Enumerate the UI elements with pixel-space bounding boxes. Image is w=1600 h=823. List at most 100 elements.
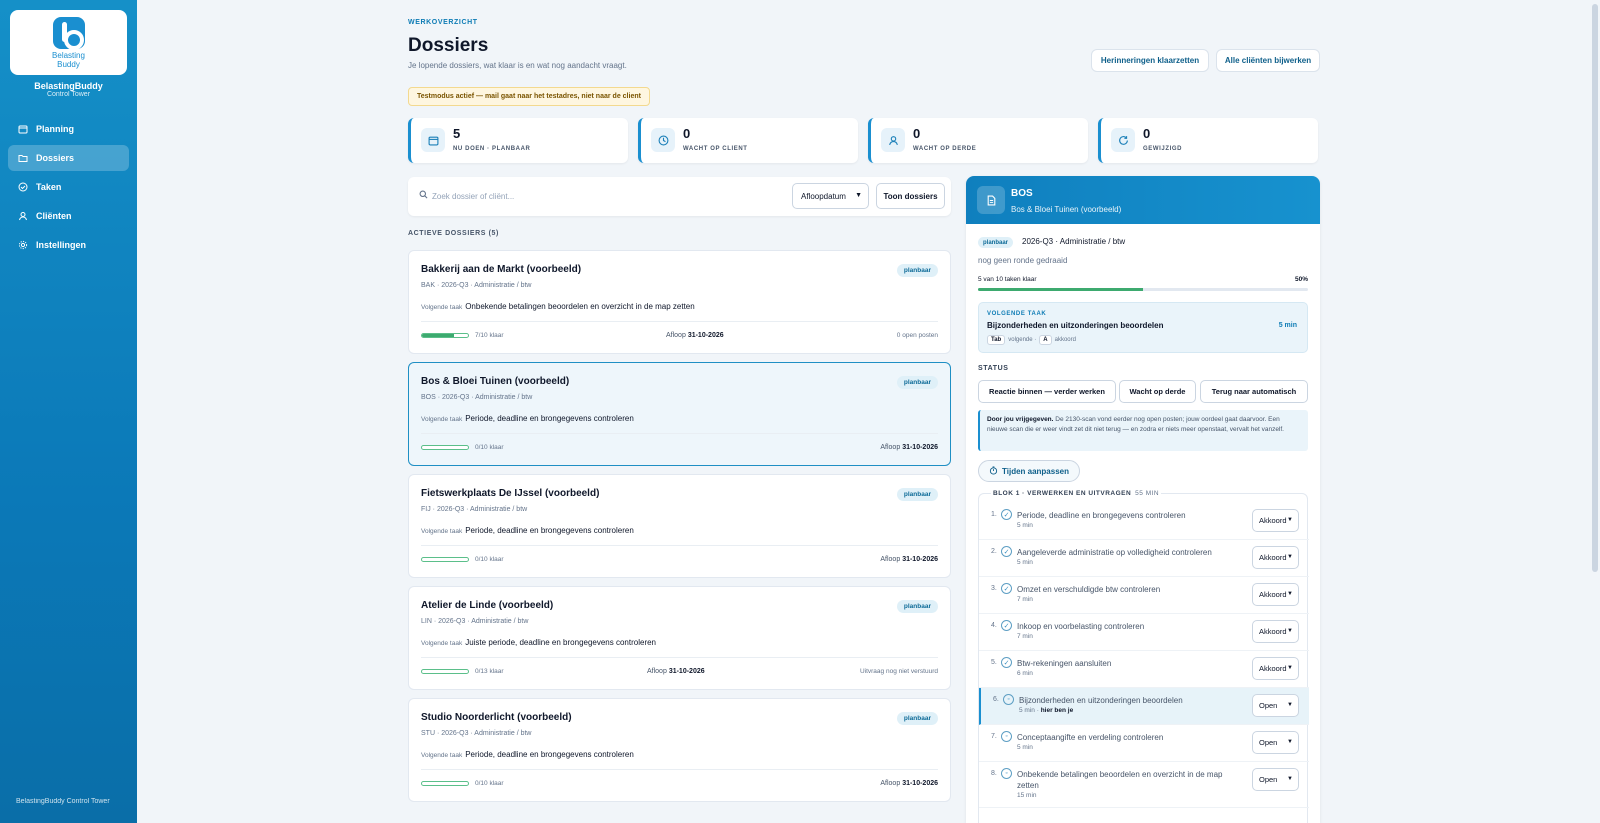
release-note-title: Door jou vrijgegeven.: [987, 416, 1054, 423]
task-row[interactable]: 4. ✓ Inkoop en voorbelasting controleren…: [979, 614, 1309, 651]
due-label: Afloop: [880, 780, 901, 787]
check-circle-icon[interactable]: ✓: [1001, 509, 1012, 520]
nav-item-clienten[interactable]: Cliënten: [8, 203, 129, 229]
dossier-title: Bakkerij aan de Markt (voorbeeld): [421, 264, 582, 275]
task-name: Bijzonderheden en uitzonderingen beoorde…: [1019, 696, 1183, 705]
task-status-select[interactable]: Akkoord ▼: [1252, 620, 1299, 643]
task-name: Aangeleverde administratie op volledighe…: [1017, 548, 1212, 557]
dossier-meta: LIN · 2026-Q3 · Administratie / btw: [421, 618, 529, 625]
progress-bar: [421, 445, 469, 450]
back-to-automatic-button[interactable]: Terug naar automatisch: [1200, 380, 1308, 403]
task-status-select[interactable]: Akkoord ▼: [1252, 657, 1299, 680]
page-scrollbar[interactable]: [1592, 4, 1598, 572]
task-row[interactable]: 1. ✓ Periode, deadline en brongegevens c…: [979, 503, 1309, 540]
update-all-clients-button[interactable]: Alle cliënten bijwerken: [1216, 49, 1320, 72]
next-task-heading: VOLGENDE TAAK: [987, 311, 1047, 317]
dossier-card[interactable]: Fietswerkplaats De IJssel (voorbeeld) pl…: [408, 474, 951, 578]
next-task-label: Volgende taak: [421, 528, 463, 535]
next-task-box[interactable]: VOLGENDE TAAK Bijzonderheden en uitzonde…: [978, 302, 1308, 353]
check-circle-icon[interactable]: ✓: [1001, 583, 1012, 594]
circle-icon[interactable]: ◦: [1001, 731, 1012, 742]
stat-card-gewijzigd[interactable]: 0 GEWIJZIGD: [1098, 118, 1318, 163]
task-status-value: Akkoord: [1259, 590, 1287, 599]
due-date: Afloop 31-10-2026: [880, 444, 938, 451]
nav-item-dossiers[interactable]: Dossiers: [8, 145, 129, 171]
show-dossiers-button[interactable]: Toon dossiers: [876, 183, 945, 209]
task-status-select[interactable]: Open ▼: [1252, 694, 1299, 717]
dossier-card[interactable]: Atelier de Linde (voorbeeld) planbaar LI…: [408, 586, 951, 690]
task-status-select[interactable]: Akkoord ▼: [1252, 509, 1299, 532]
check-circle-icon[interactable]: ✓: [1001, 620, 1012, 631]
dossier-next-task: Volgende taak Periode, deadline en bronge…: [421, 414, 634, 423]
search-input[interactable]: [432, 186, 762, 206]
task-row-current[interactable]: 6. ◦ Bijzonderheden en uitzonderingen be…: [979, 688, 1309, 725]
panel-progress-text: 5 van 10 taken klaar: [978, 276, 1037, 283]
task-status-select[interactable]: Akkoord ▼: [1252, 546, 1299, 569]
task-row[interactable]: 3. ✓ Omzet en verschuldigde btw controle…: [979, 577, 1309, 614]
stat-value: 0: [1143, 126, 1151, 141]
circle-icon[interactable]: ◦: [1001, 768, 1012, 779]
calendar-icon: [421, 128, 445, 152]
chevron-down-icon: ▼: [1287, 665, 1293, 671]
stat-card-wacht-op-client[interactable]: 0 WACHT OP CLIENT: [638, 118, 858, 163]
task-name: Onbekende betalingen beoordelen en overz…: [1017, 770, 1223, 790]
task-status-value: Akkoord: [1259, 553, 1287, 562]
check-circle-icon[interactable]: ✓: [1001, 546, 1012, 557]
task-status-value: Akkoord: [1259, 627, 1287, 636]
section-title: ACTIEVE DOSSIERS (5): [408, 230, 499, 237]
nav-item-planning[interactable]: Planning: [8, 116, 129, 142]
panel-progress-bar-fill: [978, 288, 1143, 291]
main-nav: Planning Dossiers Taken Cliënten Instell…: [8, 116, 129, 261]
dossier-card[interactable]: Bakkerij aan de Markt (voorbeeld) planba…: [408, 250, 951, 354]
dossier-extra: Uitvraag nog niet verstuurd: [859, 668, 938, 675]
task-duration: 5 min: [1017, 559, 1033, 566]
task-status-select[interactable]: Open ▼: [1252, 768, 1299, 791]
stat-card-wacht-op-derde[interactable]: 0 WACHT OP DERDE: [868, 118, 1088, 163]
panel-round-status: nog geen ronde gedraaid: [978, 256, 1068, 265]
due-label: Afloop: [880, 444, 901, 451]
check-circle-icon[interactable]: ✓: [1001, 657, 1012, 668]
task-row[interactable]: 7. ◦ Conceptaangifte en verdeling contro…: [979, 725, 1309, 762]
logo[interactable]: Belasting Buddy: [10, 10, 127, 75]
task-row[interactable]: 2. ✓ Aangeleverde administratie op volle…: [979, 540, 1309, 577]
chevron-down-icon: ▼: [855, 192, 862, 199]
nav-item-label: Planning: [36, 124, 74, 134]
task-status-select[interactable]: Open ▼: [1252, 731, 1299, 754]
dossier-card[interactable]: Studio Noorderlicht (voorbeeld) planbaar…: [408, 698, 951, 802]
reminders-button[interactable]: Herinneringen klaarzetten: [1091, 49, 1209, 72]
nav-item-instellingen[interactable]: Instellingen: [8, 232, 129, 258]
adjust-times-button[interactable]: Tijden aanpassen: [978, 460, 1080, 482]
due-date: Afloop 31-10-2026: [880, 556, 938, 563]
task-row[interactable]: 5. ✓ Btw-rekeningen aansluiten 6 min Akk…: [979, 651, 1309, 688]
next-task-duration: 5 min: [1278, 322, 1297, 329]
task-status-select[interactable]: Akkoord ▼: [1252, 583, 1299, 606]
stopwatch-icon: [989, 465, 998, 477]
wait-third-party-button[interactable]: Wacht op derde: [1119, 380, 1196, 403]
progress-text: 0/10 klaar: [475, 780, 504, 787]
task-duration: 6 min: [1017, 670, 1033, 677]
progress-text: 7/10 klaar: [475, 332, 504, 339]
next-task-label: Volgende taak: [421, 304, 463, 311]
nav-item-taken[interactable]: Taken: [8, 174, 129, 200]
stat-value: 0: [683, 126, 691, 141]
next-task-text: Periode, deadline en brongegevens contro…: [465, 526, 634, 535]
document-icon: [977, 186, 1005, 214]
due-date: Afloop 31-10-2026: [880, 780, 938, 787]
circle-icon[interactable]: ◦: [1003, 694, 1014, 705]
check-circle-icon: [18, 182, 28, 192]
task-duration: 5 min · hier ben je: [1019, 707, 1074, 714]
task-row[interactable]: 8. ◦ Onbekende betalingen beoordelen en …: [979, 762, 1309, 808]
progress-text: 0/10 klaar: [475, 556, 504, 563]
panel-dossier-code: BOS: [1011, 188, 1033, 199]
calendar-icon: [18, 124, 28, 134]
dossier-card[interactable]: Bos & Bloei Tuinen (voorbeeld) planbaar …: [408, 362, 951, 466]
stat-card-nu-doen[interactable]: 5 NU DOEN · PLANBAAR: [408, 118, 628, 163]
nav-item-label: Dossiers: [36, 153, 75, 163]
task-name: Periode, deadline en brongegevens contro…: [1017, 511, 1186, 520]
task-status-value: Open: [1259, 775, 1278, 784]
task-number: 6.: [993, 696, 999, 703]
reaction-received-button[interactable]: Reactie binnen — verder werken: [978, 380, 1116, 403]
dossier-meta: STU · 2026-Q3 · Administratie / btw: [421, 730, 532, 737]
sort-select[interactable]: Afloopdatum ▼: [792, 183, 869, 209]
logo-text: Belasting: [52, 50, 85, 60]
